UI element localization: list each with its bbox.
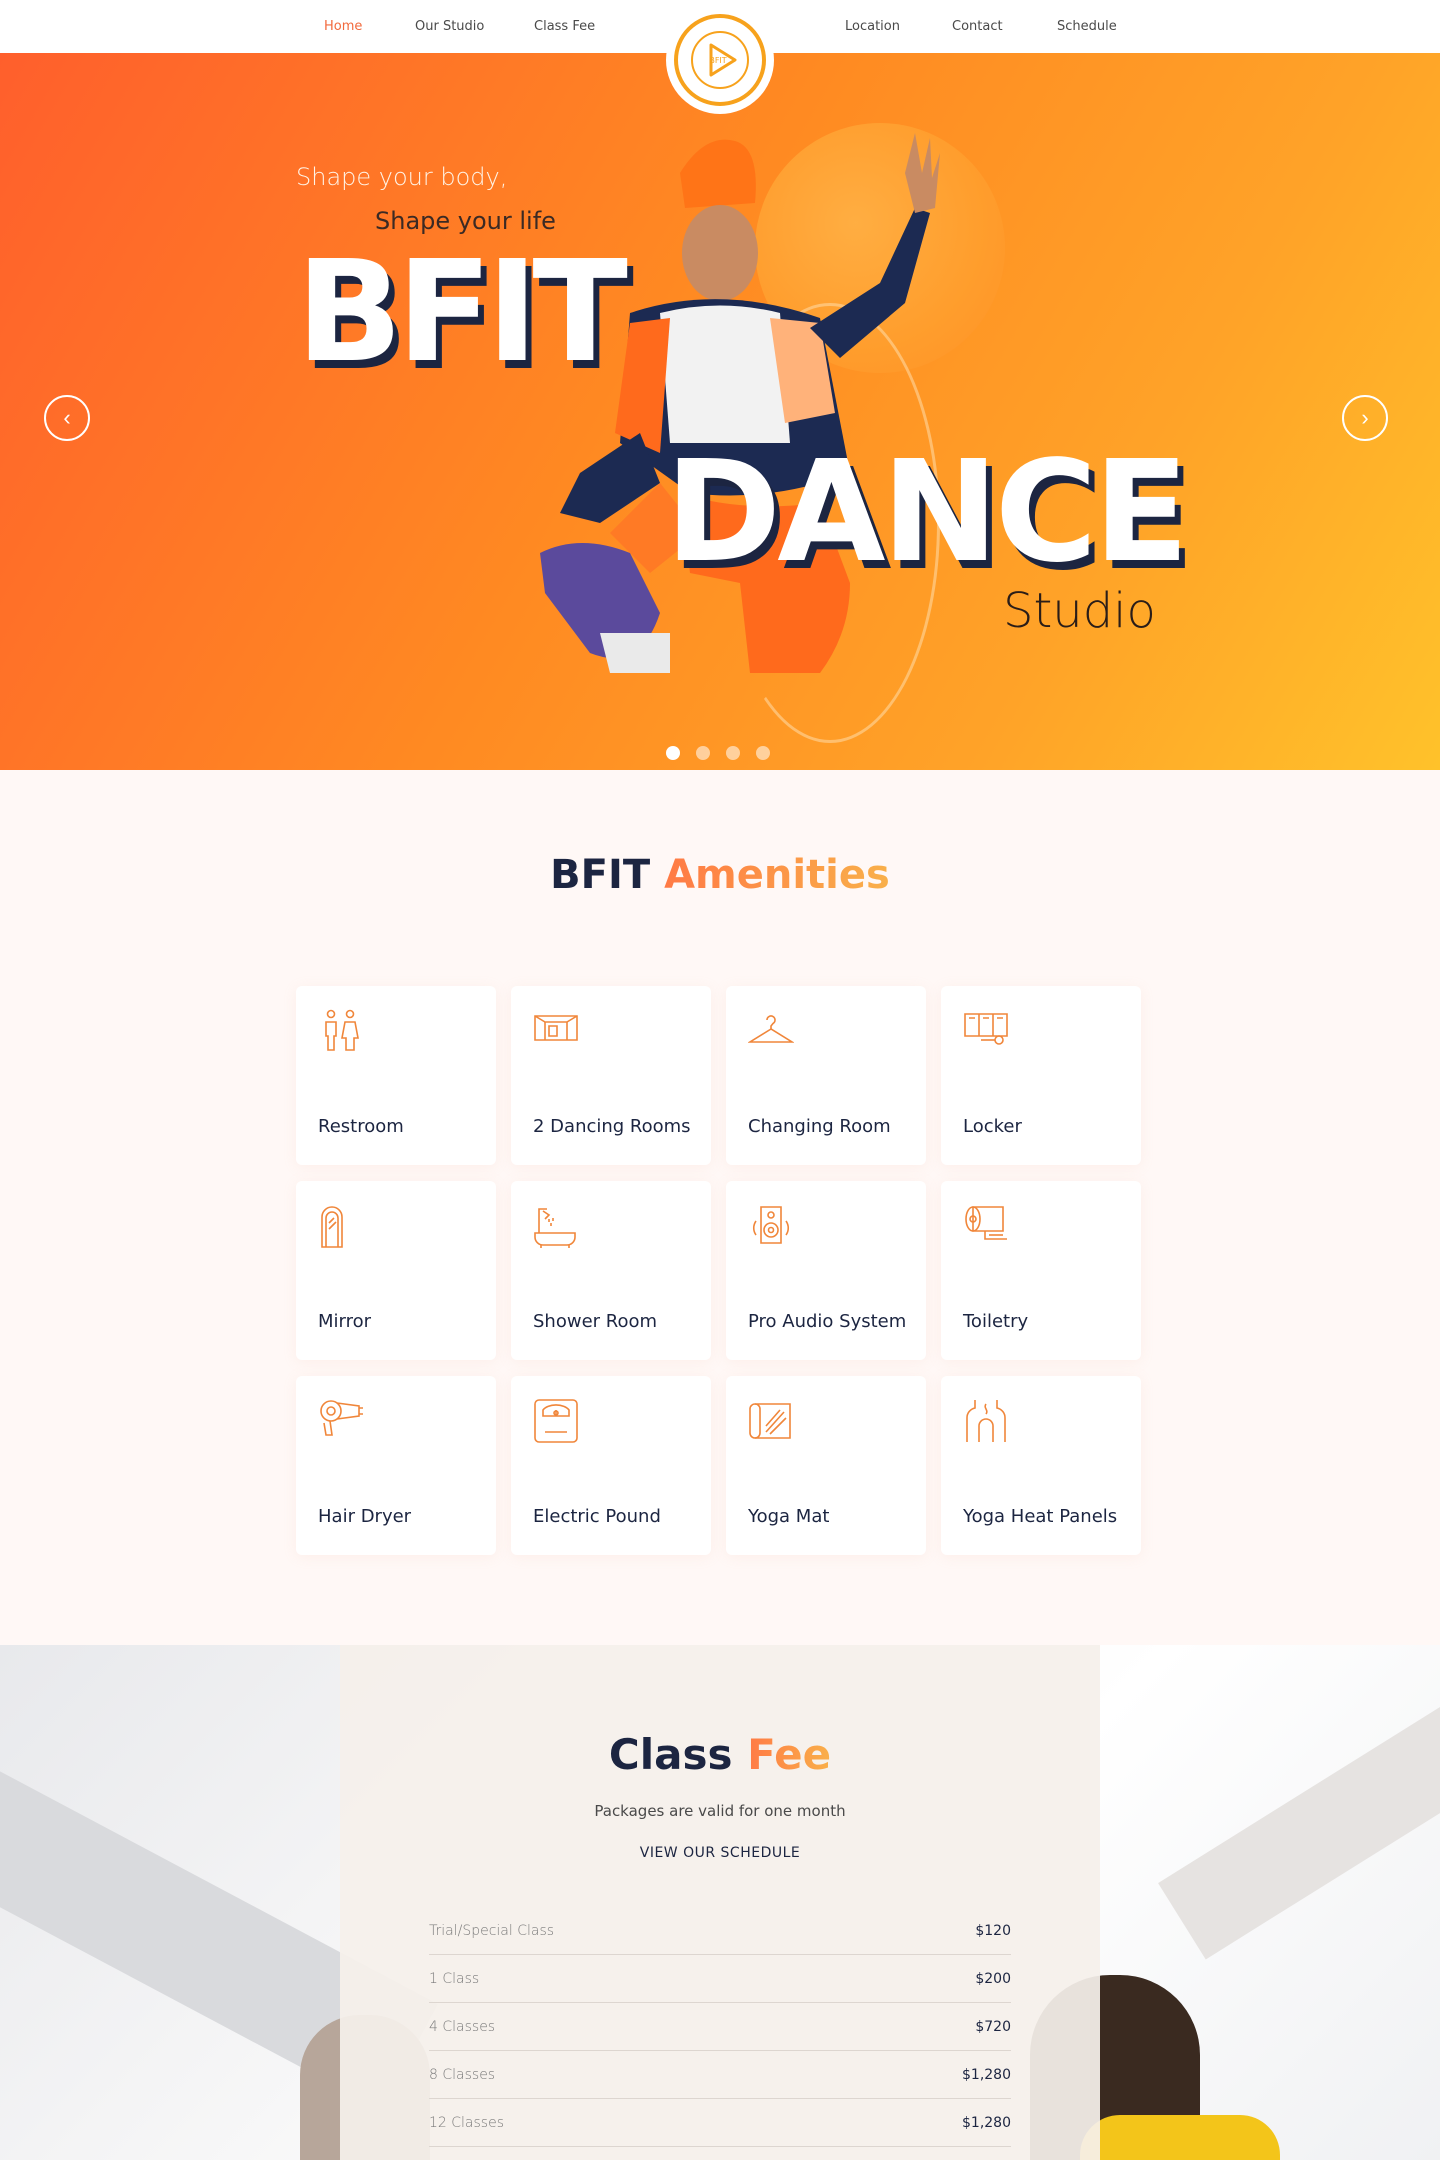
fee-row: 12 Classes $1,280 [429,2099,1011,2147]
fee-package-name: Trial/Special Class [429,1922,555,1939]
fee-row: 1 Class $200 [429,1955,1011,2003]
fee-table: Trial/Special Class $120 1 Class $200 4 … [429,1907,1011,2147]
class-fee-section: Class Fee Packages are valid for one mon… [0,1645,1440,2160]
amenity-card-electric-pound: Electric Pound [511,1376,711,1555]
amenity-label: Changing Room [748,1116,891,1137]
amenity-label: Shower Room [533,1311,658,1332]
hero-title-dance: DANCE [665,431,1189,594]
amenities-grid: Restroom 2 Dancing Rooms Changing Room L… [296,986,1144,1555]
class-fee-title-word2: Fee [747,1730,832,1779]
amenity-card-hair-dryer: Hair Dryer [296,1376,496,1555]
restroom-icon [318,1008,364,1054]
svg-text:BFIT: BFIT [709,56,726,65]
amenity-card-shower-room: Shower Room [511,1181,711,1360]
class-fee-title-word1: Class [608,1730,733,1779]
amenity-label: Yoga Mat [748,1506,830,1527]
amenity-card-mirror: Mirror [296,1181,496,1360]
brand-logo[interactable]: BFIT [666,6,774,114]
amenity-card-changing-room: Changing Room [726,986,926,1165]
shower-icon [533,1203,579,1249]
amenity-label: Yoga Heat Panels [963,1506,1118,1527]
yoga-mat-icon [748,1398,794,1444]
amenity-card-audio: Pro Audio System [726,1181,926,1360]
background-photo-beam [1158,1660,1440,1960]
fee-package-name: 12 Classes [429,2114,505,2131]
amenity-card-yoga-mat: Yoga Mat [726,1376,926,1555]
nav-link-class-fee[interactable]: Class Fee [534,19,595,34]
fee-row: 8 Classes $1,280 [429,2051,1011,2099]
fee-package-price: $200 [975,1970,1011,1987]
heat-panel-icon [963,1398,1009,1444]
chevron-left-icon: ‹ [63,405,71,430]
hanger-icon [747,1008,795,1054]
nav-link-schedule[interactable]: Schedule [1057,19,1117,34]
fee-package-name: 1 Class [429,1970,480,1987]
play-logo-icon: BFIT [691,31,749,89]
amenities-section: BFIT Amenities Restroom 2 Dancing Rooms [0,770,1440,1645]
fee-package-price: $720 [975,2018,1011,2035]
fee-row: 4 Classes $720 [429,2003,1011,2051]
amenity-label: Toiletry [963,1311,1029,1332]
amenity-label: Pro Audio System [748,1311,907,1332]
room-icon [533,1008,579,1054]
amenity-label: 2 Dancing Rooms [533,1116,691,1137]
nav-link-our-studio[interactable]: Our Studio [415,19,484,34]
amenity-card-locker: Locker [941,986,1141,1165]
toilet-paper-icon [963,1203,1009,1249]
nav-link-location[interactable]: Location [845,19,900,34]
chevron-right-icon: › [1361,405,1369,430]
class-fee-title: Class Fee [340,1730,1100,1779]
scale-icon [533,1398,579,1444]
fee-package-price: $120 [975,1922,1011,1939]
fee-package-price: $1,280 [962,2066,1011,2083]
nav-link-home[interactable]: Home [324,19,362,34]
amenities-title-word: Amenities [664,852,890,898]
nav-link-contact[interactable]: Contact [952,19,1003,34]
mirror-icon [318,1203,364,1249]
amenity-card-restroom: Restroom [296,986,496,1165]
fee-package-price: $1,280 [962,2114,1011,2131]
class-fee-subtitle: Packages are valid for one month [594,1802,846,1820]
amenity-label: Hair Dryer [318,1506,412,1527]
amenity-label: Electric Pound [533,1506,661,1527]
carousel-next-button[interactable]: › [1342,395,1388,441]
speaker-icon [748,1203,794,1249]
carousel-prev-button[interactable]: ‹ [44,395,90,441]
fee-package-name: 8 Classes [429,2066,496,2083]
amenities-title-brand: BFIT [550,852,651,898]
logo-ring: BFIT [674,14,766,106]
fee-package-name: 4 Classes [429,2018,496,2035]
amenity-label: Restroom [318,1116,404,1137]
hero-banner: Shape your body, Shape your life BFIT DA… [0,53,1440,770]
amenity-card-toiletry: Toiletry [941,1181,1141,1360]
view-schedule-link[interactable]: VIEW OUR SCHEDULE [340,1845,1100,1861]
hair-dryer-icon [318,1398,364,1444]
locker-icon [963,1008,1009,1054]
amenity-card-dancing-rooms: 2 Dancing Rooms [511,986,711,1165]
amenity-label: Mirror [318,1311,372,1332]
class-fee-panel: Class Fee Packages are valid for one mon… [340,1645,1100,2160]
amenities-title: BFIT Amenities [0,852,1440,898]
background-photo-person [1080,2115,1280,2160]
fee-row: Trial/Special Class $120 [429,1907,1011,1955]
amenity-card-heat-panels: Yoga Heat Panels [941,1376,1141,1555]
hero-tagline-1: Shape your body, [296,163,508,191]
amenity-label: Locker [963,1116,1022,1137]
